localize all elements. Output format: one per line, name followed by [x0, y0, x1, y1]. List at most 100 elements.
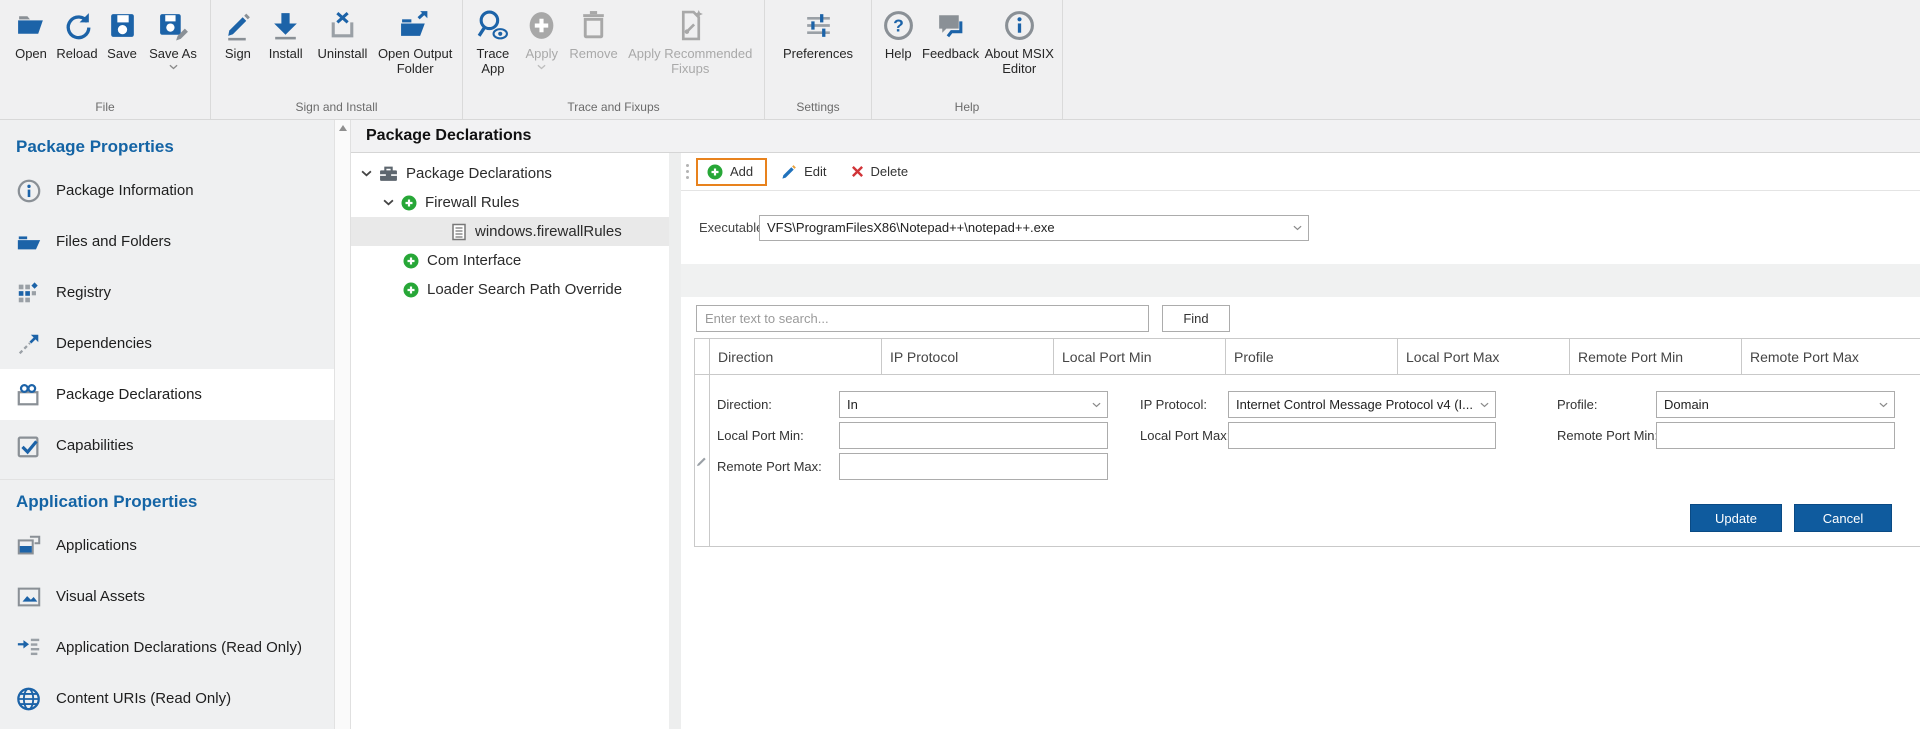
reload-button[interactable]: Reload — [54, 7, 100, 99]
chevron-down-icon[interactable] — [1473, 402, 1495, 408]
executable-row: Executable VFS\ProgramFilesX86\Notepad++… — [681, 191, 1920, 264]
add-button[interactable]: Add — [696, 158, 767, 186]
chevron-down-icon[interactable] — [169, 64, 178, 70]
plus-circle-icon — [403, 282, 419, 298]
sidebar-item-label: Dependencies — [56, 335, 152, 352]
local-port-max-input[interactable] — [1228, 422, 1496, 449]
feedback-button-label: Feedback — [922, 46, 979, 61]
sidebar-item-files-and-folders[interactable]: Files and Folders — [0, 216, 334, 267]
cancel-button[interactable]: Cancel — [1794, 504, 1892, 532]
sidebar-item-label: Applications — [56, 537, 137, 554]
sidebar-item-applications[interactable]: Applications — [0, 520, 334, 571]
tree-node-label: Com Interface — [427, 252, 521, 269]
tree-node-com-interface[interactable]: Com Interface — [351, 246, 669, 275]
executable-label: Executable — [699, 220, 759, 235]
chevron-down-icon[interactable] — [361, 170, 372, 177]
about-info-icon — [1003, 9, 1036, 42]
save-button[interactable]: Save — [100, 7, 144, 99]
chevron-down-icon[interactable] — [383, 199, 394, 206]
trace-app-button[interactable]: Trace App — [468, 7, 518, 99]
save-as-button[interactable]: Save As — [144, 7, 202, 99]
executable-combobox[interactable]: VFS\ProgramFilesX86\Notepad++\notepad++.… — [759, 215, 1309, 241]
chevron-down-icon[interactable] — [1872, 402, 1894, 408]
install-button[interactable]: Install — [260, 7, 312, 99]
sidebar-item-label: Registry — [56, 284, 111, 301]
apply-recommended-fixups-button-label: Apply Recommended Fixups — [621, 46, 759, 76]
sidebar-item-package-declarations[interactable]: Package Declarations — [0, 369, 334, 420]
column-header-ip-protocol[interactable]: IP Protocol — [882, 339, 1054, 374]
feedback-button[interactable]: Feedback — [920, 7, 982, 99]
profile-combobox[interactable]: Domain — [1656, 391, 1895, 418]
tree-node-windows-firewallrules[interactable]: windows.firewallRules — [351, 217, 669, 246]
ribbon-group-settings: Preferences Settings — [765, 0, 872, 119]
column-header-remote-port-max[interactable]: Remote Port Max — [1742, 339, 1920, 374]
sidebar-item-content-uris[interactable]: Content URIs (Read Only) — [0, 673, 334, 724]
save-as-button-label: Save As — [149, 46, 197, 61]
chevron-down-icon[interactable] — [1286, 225, 1308, 231]
declarations-tree: Package Declarations Firewall Rules wind… — [351, 153, 669, 729]
page-title: Package Declarations — [351, 120, 1920, 153]
sidebar-item-capabilities[interactable]: Capabilities — [0, 420, 334, 471]
preferences-button[interactable]: Preferences — [776, 7, 860, 99]
find-button[interactable]: Find — [1162, 305, 1230, 332]
column-header-profile[interactable]: Profile — [1226, 339, 1398, 374]
delete-x-icon — [851, 165, 864, 178]
sidebar-item-visual-assets[interactable]: Visual Assets — [0, 571, 334, 622]
registry-grid-icon — [15, 279, 43, 307]
column-header-local-port-max[interactable]: Local Port Max — [1398, 339, 1570, 374]
update-button[interactable]: Update — [1690, 504, 1782, 532]
toolbox-icon — [379, 164, 398, 183]
sidebar-item-registry[interactable]: Registry — [0, 267, 334, 318]
ribbon-group-settings-label: Settings — [765, 99, 871, 119]
uninstall-button-label: Uninstall — [318, 46, 368, 61]
trace-app-icon — [476, 9, 509, 42]
remote-port-max-label: Remote Port Max: — [712, 459, 839, 474]
chevron-down-icon[interactable] — [1085, 402, 1107, 408]
remove-button[interactable]: Remove — [566, 7, 622, 99]
sidebar-item-label: Package Information — [56, 182, 194, 199]
panel-gap — [681, 264, 1920, 297]
sidebar-scrollbar[interactable] — [334, 120, 350, 729]
ribbon-group-help-label: Help — [872, 99, 1062, 119]
tree-node-loader-search-path-override[interactable]: Loader Search Path Override — [351, 275, 669, 304]
column-header-direction[interactable]: Direction — [710, 339, 882, 374]
plus-circle-icon — [403, 253, 419, 269]
sidebar: Package Properties Package Information F… — [0, 120, 350, 729]
sidebar-item-dependencies[interactable]: Dependencies — [0, 318, 334, 369]
local-port-min-input[interactable] — [839, 422, 1108, 449]
image-icon — [15, 583, 43, 611]
tree-node-package-declarations[interactable]: Package Declarations — [351, 159, 669, 188]
uninstall-button[interactable]: Uninstall — [312, 7, 374, 99]
search-input[interactable] — [696, 305, 1149, 332]
open-output-folder-button[interactable]: Open Output Folder — [373, 7, 457, 99]
column-header-remote-port-min[interactable]: Remote Port Min — [1570, 339, 1742, 374]
table-header-row: Direction IP Protocol Local Port Min Pro… — [695, 339, 1920, 375]
apply-recommended-fixups-button[interactable]: Apply Recommended Fixups — [621, 7, 759, 99]
ip-protocol-combobox[interactable]: Internet Control Message Protocol v4 (I.… — [1228, 391, 1496, 418]
about-msix-editor-button[interactable]: About MSIX Editor — [982, 7, 1057, 99]
scroll-up-icon[interactable] — [339, 125, 347, 131]
delete-button[interactable]: Delete — [841, 159, 919, 184]
chevron-down-icon[interactable] — [537, 64, 546, 70]
rules-table: Direction IP Protocol Local Port Min Pro… — [694, 338, 1920, 547]
open-button-label: Open — [15, 46, 47, 61]
toolbar-grip-handle[interactable] — [686, 164, 689, 179]
tree-node-firewall-rules[interactable]: Firewall Rules — [351, 188, 669, 217]
sidebar-item-label: Package Declarations — [56, 386, 202, 403]
column-header-local-port-min[interactable]: Local Port Min — [1054, 339, 1226, 374]
panel-splitter[interactable] — [669, 153, 681, 729]
open-button[interactable]: Open — [8, 7, 54, 99]
apply-button[interactable]: Apply — [518, 7, 566, 99]
ribbon-group-file: Open Reload Save Save As File — [0, 0, 211, 119]
application-window-icon — [15, 532, 43, 560]
remote-port-min-input[interactable] — [1656, 422, 1895, 449]
edit-button[interactable]: Edit — [771, 159, 836, 185]
sign-button[interactable]: Sign — [216, 7, 260, 99]
sidebar-item-application-declarations[interactable]: Application Declarations (Read Only) — [0, 622, 334, 673]
ip-protocol-label: IP Protocol: — [1135, 397, 1228, 412]
sidebar-item-package-information[interactable]: Package Information — [0, 165, 334, 216]
remote-port-max-input[interactable] — [839, 453, 1108, 480]
globe-icon — [15, 685, 43, 713]
direction-combobox[interactable]: In — [839, 391, 1108, 418]
help-button[interactable]: ? Help — [877, 7, 920, 99]
